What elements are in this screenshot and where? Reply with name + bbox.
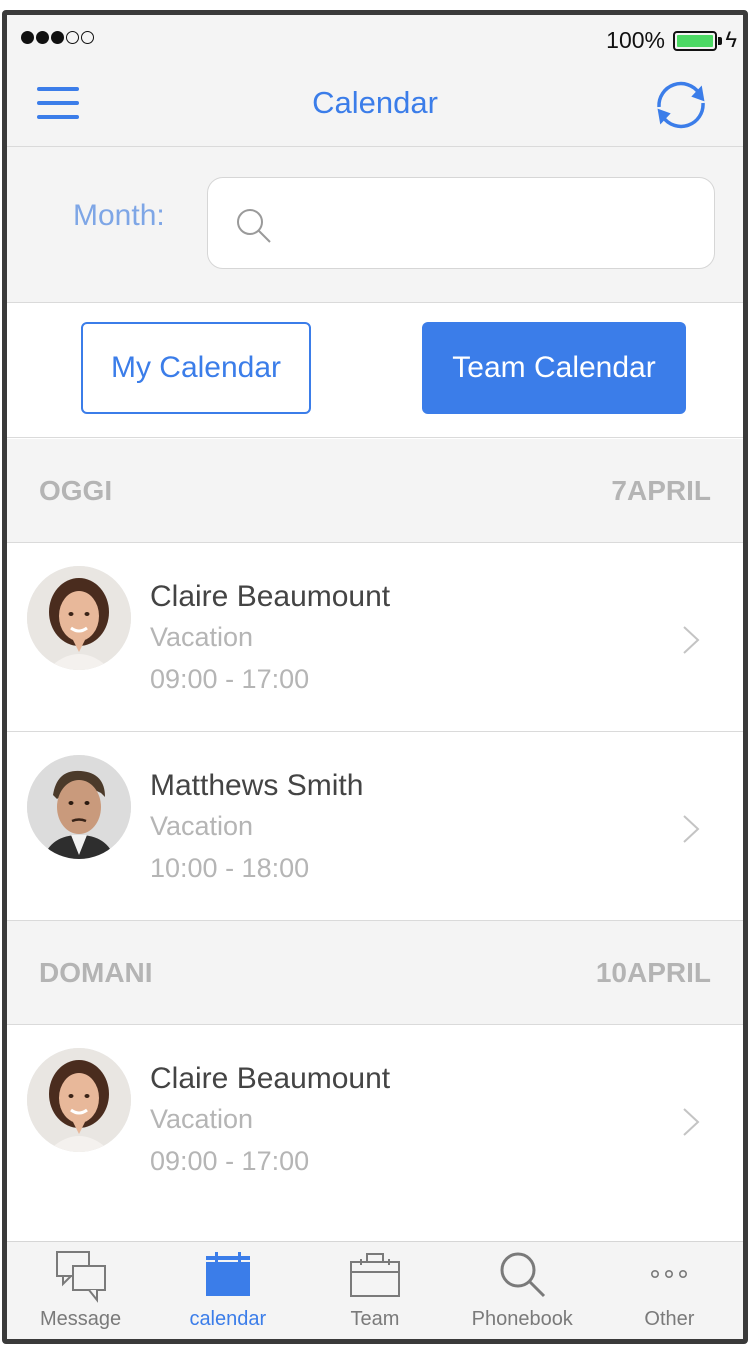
tab-phonebook[interactable]: Phonebook	[449, 1242, 596, 1339]
search-icon	[237, 209, 271, 243]
month-search-input[interactable]	[284, 198, 694, 250]
page-title: Calendar	[312, 85, 438, 120]
my-calendar-button[interactable]: My Calendar	[81, 322, 311, 414]
event-time: 09:00 - 17:00	[150, 1146, 310, 1176]
woman-avatar-icon	[27, 566, 131, 670]
section-day: OGGI	[39, 475, 113, 506]
signal-strength-icon	[21, 31, 94, 44]
event-person-name: Claire Beaumount	[150, 580, 391, 613]
section-header: DOMANI 10APRIL	[7, 921, 743, 1025]
tab-team[interactable]: Team	[301, 1242, 448, 1339]
phone-frame: 100% ϟ Calendar Month: My Calendar Team …	[2, 10, 748, 1344]
tab-label: Message	[40, 1308, 122, 1330]
avatar	[27, 1048, 131, 1152]
tab-label: Team	[350, 1308, 400, 1330]
event-type: Vacation	[150, 622, 254, 652]
nav-bar: Calendar	[7, 63, 743, 147]
battery-icon	[673, 31, 717, 51]
briefcase-icon	[350, 1253, 400, 1297]
section-header: OGGI 7APRIL	[7, 439, 743, 543]
man-avatar-icon	[27, 755, 131, 859]
section-date: 7APRIL	[611, 475, 711, 506]
event-row[interactable]: Claire Beaumount Vacation 09:00 - 17:00	[7, 1026, 743, 1214]
calendar-icon	[205, 1252, 250, 1296]
tab-calendar[interactable]: calendar	[154, 1242, 301, 1339]
chevron-right-icon	[683, 626, 700, 654]
month-label: Month:	[73, 199, 165, 232]
event-time: 09:00 - 17:00	[150, 664, 310, 694]
charging-bolt-icon: ϟ	[725, 27, 737, 52]
month-search-row: Month:	[7, 147, 743, 303]
battery-percent: 100%	[606, 27, 665, 53]
chevron-right-icon	[683, 1108, 700, 1136]
section-date: 10APRIL	[595, 957, 711, 988]
event-person-name: Matthews Smith	[150, 769, 364, 802]
event-type: Vacation	[150, 811, 254, 841]
tab-label: Phonebook	[471, 1308, 573, 1330]
tab-label: calendar	[189, 1308, 267, 1330]
month-search-field[interactable]	[207, 177, 715, 269]
status-bar: 100% ϟ	[7, 15, 743, 63]
more-icon	[651, 1269, 688, 1278]
event-type: Vacation	[150, 1104, 254, 1134]
search-icon	[500, 1252, 546, 1298]
avatar	[27, 566, 131, 670]
tab-message[interactable]: Message	[7, 1242, 154, 1339]
avatar	[27, 755, 131, 859]
tab-other[interactable]: Other	[596, 1242, 743, 1339]
woman-avatar-icon	[27, 1048, 131, 1152]
message-icon	[55, 1251, 106, 1303]
event-row[interactable]: Claire Beaumount Vacation 09:00 - 17:00	[7, 544, 743, 732]
section-day: DOMANI	[39, 957, 153, 988]
chevron-right-icon	[683, 815, 700, 843]
tab-bar: Message calendar Team Phonebook Other	[7, 1241, 743, 1339]
refresh-icon[interactable]	[649, 77, 713, 133]
event-person-name: Claire Beaumount	[150, 1062, 391, 1095]
team-calendar-button[interactable]: Team Calendar	[422, 322, 686, 414]
event-row[interactable]: Matthews Smith Vacation 10:00 - 18:00	[7, 733, 743, 921]
tab-label: Other	[644, 1308, 695, 1330]
event-time: 10:00 - 18:00	[150, 853, 310, 883]
calendar-segment: My Calendar Team Calendar	[7, 304, 743, 438]
